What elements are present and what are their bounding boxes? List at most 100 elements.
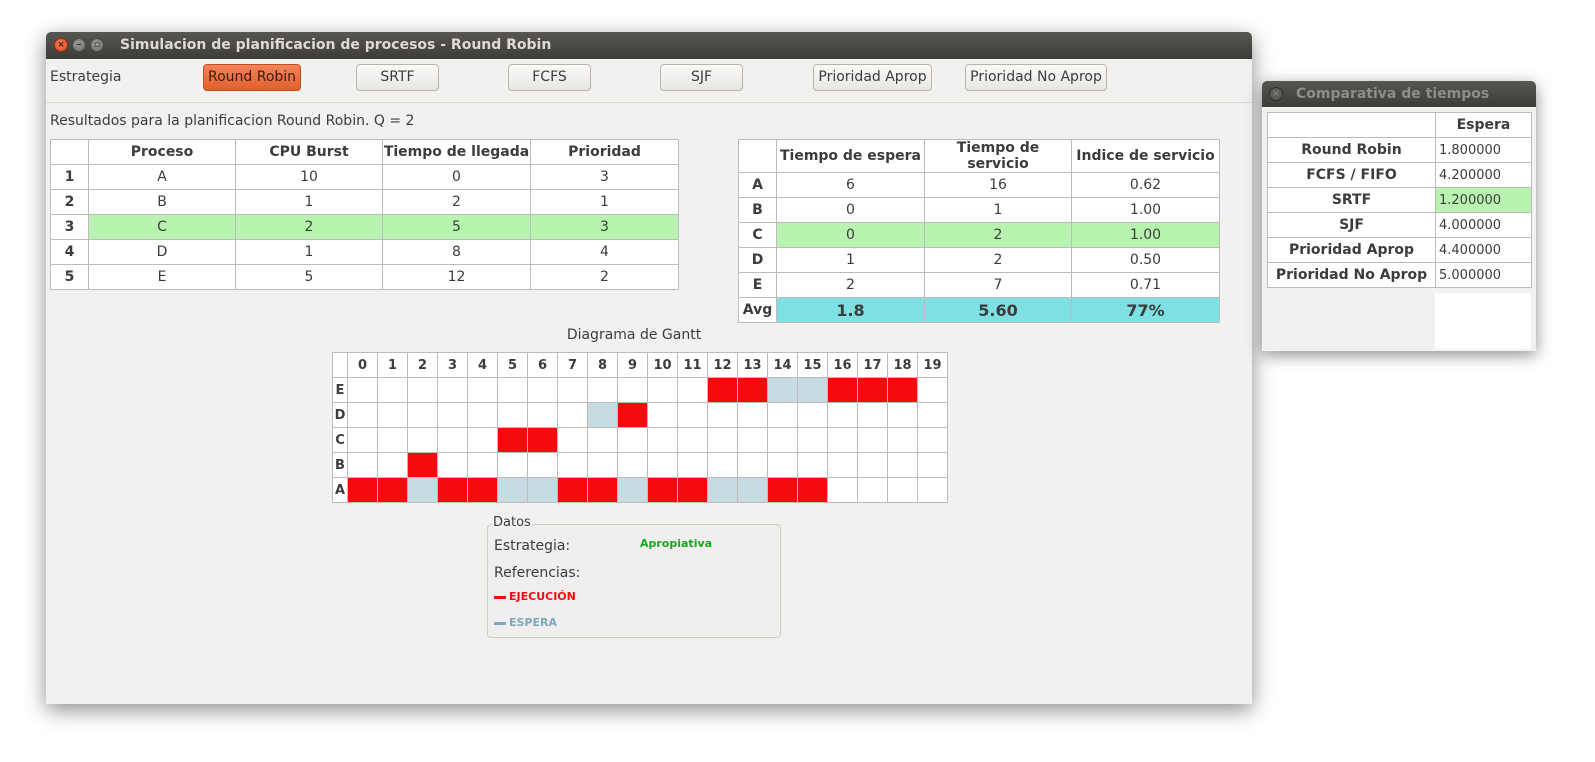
table-cell[interactable]: 4 (530, 239, 679, 265)
srtf-button[interactable]: SRTF (356, 64, 439, 91)
gantt-cell-empty (467, 427, 498, 453)
row-number: 3 (50, 214, 89, 240)
column-header: Proceso (88, 139, 236, 165)
close-window-button[interactable]: × (1269, 87, 1283, 101)
table-cell[interactable]: 1 (235, 239, 383, 265)
table-cell[interactable]: 1.00 (1071, 222, 1220, 248)
table-row[interactable]: Round Robin 1.800000 (1267, 137, 1532, 163)
table-row[interactable]: SJF 4.000000 (1267, 212, 1532, 238)
gantt-time-header: 13 (737, 352, 768, 378)
minimize-window-button[interactable]: – (72, 38, 86, 52)
table-row[interactable]: 1 A 10 0 3 (50, 164, 679, 190)
table-cell[interactable]: 1 (776, 247, 925, 273)
close-window-button[interactable]: × (54, 38, 68, 52)
prioridad-aprop-button[interactable]: Prioridad Aprop (813, 64, 932, 91)
gantt-process-label: E (332, 377, 348, 403)
maximize-window-button[interactable]: ▫ (90, 38, 104, 52)
table-row[interactable]: 4 D 1 8 4 (50, 239, 679, 265)
wait-time-value[interactable]: 4.000000 (1435, 212, 1532, 238)
gantt-time-header: 2 (407, 352, 438, 378)
wait-time-value-best[interactable]: 1.200000 (1435, 187, 1532, 213)
table-cell[interactable]: 2 (776, 272, 925, 298)
gantt-cell-empty (437, 377, 468, 403)
table-cell[interactable]: 0.71 (1071, 272, 1220, 298)
gantt-cell-empty (437, 452, 468, 478)
average-row[interactable]: Avg 1.8 5.60 77% (738, 297, 1220, 323)
wait-time-value[interactable]: 4.400000 (1435, 237, 1532, 263)
prioridad-no-aprop-button[interactable]: Prioridad No Aprop (965, 64, 1107, 91)
table-row[interactable]: B 0 1 1.00 (738, 197, 1220, 223)
table-cell[interactable]: 0.62 (1071, 172, 1220, 198)
gantt-cell-empty (677, 377, 708, 403)
gantt-cell-empty (857, 402, 888, 428)
table-cell[interactable]: 5 (382, 214, 531, 240)
table-cell[interactable]: 2 (924, 247, 1072, 273)
table-row[interactable]: E 2 7 0.71 (738, 272, 1220, 298)
table-cell[interactable]: C (88, 214, 236, 240)
comparison-header-row: Espera (1267, 112, 1532, 138)
table-row-highlighted[interactable]: C 0 2 1.00 (738, 222, 1220, 248)
table-cell[interactable]: 2 (235, 214, 383, 240)
process-table: Proceso CPU Burst Tiempo de llegada Prio… (50, 139, 679, 290)
gantt-cell-empty (557, 402, 588, 428)
table-cell[interactable]: 0 (776, 222, 925, 248)
average-cell[interactable]: 1.8 (776, 297, 925, 323)
round-robin-button[interactable]: Round Robin (203, 64, 301, 91)
table-cell[interactable]: 2 (530, 264, 679, 290)
table-cell[interactable]: 7 (924, 272, 1072, 298)
table-cell[interactable]: 1 (235, 189, 383, 215)
table-row[interactable]: FCFS / FIFO 4.200000 (1267, 162, 1532, 188)
gantt-cell-execution (797, 477, 828, 503)
column-header: Tiempo de llegada (382, 139, 531, 165)
minimize-icon: – (76, 40, 82, 50)
table-cell[interactable]: B (88, 189, 236, 215)
gantt-cell-empty (677, 452, 708, 478)
table-cell[interactable]: E (88, 264, 236, 290)
window-title: Simulacion de planificacion de procesos … (120, 37, 552, 53)
average-cell[interactable]: 5.60 (924, 297, 1072, 323)
wait-time-value[interactable]: 1.800000 (1435, 137, 1532, 163)
table-cell[interactable]: 8 (382, 239, 531, 265)
gantt-cell-empty (647, 427, 678, 453)
table-cell[interactable]: D (88, 239, 236, 265)
table-row-highlighted[interactable]: 3 C 2 5 3 (50, 214, 679, 240)
table-row[interactable]: A 6 16 0.62 (738, 172, 1220, 198)
table-cell[interactable]: 0 (382, 164, 531, 190)
table-row[interactable]: 2 B 1 2 1 (50, 189, 679, 215)
wait-time-value[interactable]: 5.000000 (1435, 262, 1532, 288)
table-row[interactable]: Prioridad No Aprop 5.000000 (1267, 262, 1532, 288)
table-cell[interactable]: 6 (776, 172, 925, 198)
table-cell[interactable]: 1 (924, 197, 1072, 223)
table-cell[interactable]: 3 (530, 164, 679, 190)
column-header: Tiempo de servicio (924, 139, 1072, 173)
table-row[interactable]: SRTF 1.200000 (1267, 187, 1532, 213)
table-cell[interactable]: A (88, 164, 236, 190)
table-cell[interactable]: 10 (235, 164, 383, 190)
sjf-button[interactable]: SJF (660, 64, 743, 91)
gantt-process-label: D (332, 402, 348, 428)
table-cell[interactable]: 2 (924, 222, 1072, 248)
fcfs-button[interactable]: FCFS (508, 64, 591, 91)
table-cell[interactable]: 0.50 (1071, 247, 1220, 273)
table-cell[interactable]: 2 (382, 189, 531, 215)
table-cell[interactable]: 5 (235, 264, 383, 290)
table-row[interactable]: Prioridad Aprop 4.400000 (1267, 237, 1532, 263)
table-cell[interactable]: 1 (530, 189, 679, 215)
gantt-cell-execution (527, 427, 558, 453)
legend-wait-label: ESPERA (509, 616, 557, 629)
table-cell[interactable]: 16 (924, 172, 1072, 198)
gantt-cell-empty (827, 477, 858, 503)
column-header: Tiempo de espera (776, 139, 925, 173)
table-row[interactable]: 5 E 5 12 2 (50, 264, 679, 290)
main-titlebar[interactable]: × – ▫ Simulacion de planificacion de pro… (46, 32, 1252, 59)
table-row[interactable]: D 1 2 0.50 (738, 247, 1220, 273)
table-cell[interactable]: 0 (776, 197, 925, 223)
wait-time-value[interactable]: 4.200000 (1435, 162, 1532, 188)
table-cell[interactable]: 12 (382, 264, 531, 290)
table-cell[interactable]: 1.00 (1071, 197, 1220, 223)
average-cell[interactable]: 77% (1071, 297, 1220, 323)
gantt-cell-empty (377, 427, 408, 453)
gantt-cell-execution (767, 477, 798, 503)
table-cell[interactable]: 3 (530, 214, 679, 240)
comparison-titlebar[interactable]: × Comparativa de tiempos (1262, 81, 1536, 107)
